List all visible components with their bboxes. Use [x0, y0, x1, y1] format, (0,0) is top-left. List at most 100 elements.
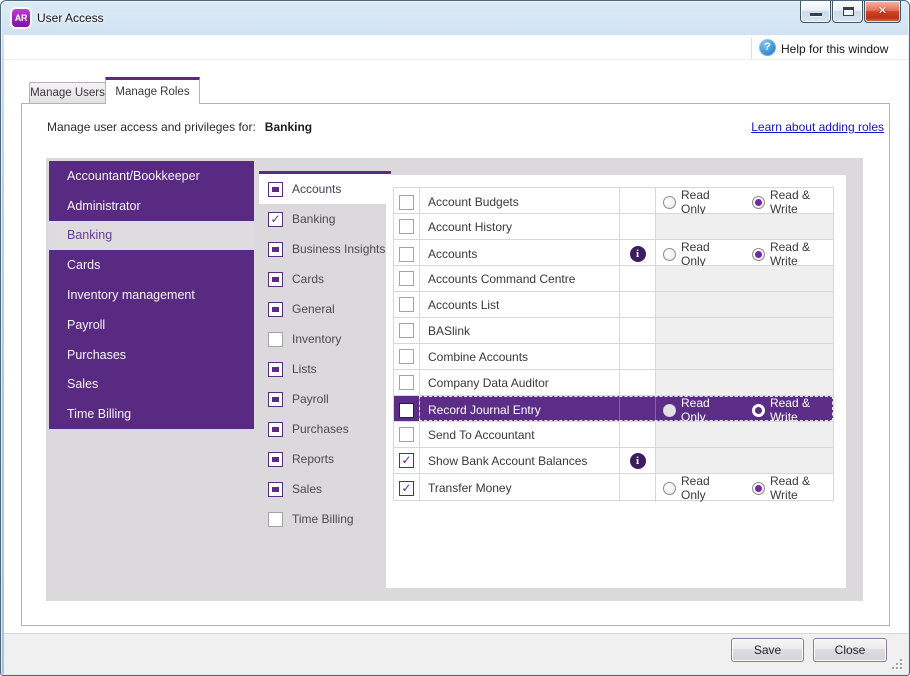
- function-row[interactable]: Transfer Money Read Only Read & Write: [394, 474, 833, 502]
- titlebar[interactable]: AR User Access ✕: [1, 1, 909, 35]
- footer-bar: Save Close: [4, 633, 908, 674]
- function-info-cell: [619, 318, 655, 343]
- category-checkbox[interactable]: [268, 331, 283, 347]
- category-item[interactable]: Lists: [259, 354, 389, 384]
- function-label-cell: Account Budgets: [419, 188, 619, 216]
- category-checkbox[interactable]: [268, 211, 283, 227]
- radio-read-write[interactable]: [751, 403, 765, 417]
- function-row[interactable]: Accounts List: [394, 292, 833, 318]
- radio-read-write[interactable]: [751, 195, 765, 209]
- info-icon[interactable]: i: [629, 452, 646, 469]
- category-label: Inventory: [292, 332, 342, 346]
- tab-manage-users[interactable]: Manage Users: [29, 82, 106, 103]
- radio-read-write[interactable]: [751, 481, 765, 495]
- category-label: Accounts: [292, 182, 342, 196]
- radio-read-write[interactable]: [751, 247, 765, 261]
- category-item[interactable]: Purchases: [259, 414, 389, 444]
- sidebar-item-role[interactable]: Accountant/Bookkeeper: [49, 161, 254, 191]
- category-item[interactable]: Cards: [259, 264, 389, 294]
- sidebar-item-role[interactable]: Sales: [49, 369, 254, 399]
- help-icon[interactable]: ?: [759, 39, 776, 56]
- function-checkbox[interactable]: [399, 297, 414, 312]
- sidebar-item-role[interactable]: Banking: [49, 220, 254, 251]
- category-checkbox[interactable]: [268, 391, 283, 407]
- category-checkbox[interactable]: [268, 511, 283, 527]
- function-row[interactable]: Record Journal Entry Read Only Read & Writ…: [394, 396, 833, 424]
- sidebar-item-role[interactable]: Purchases: [49, 340, 254, 370]
- category-checkbox[interactable]: [268, 271, 283, 287]
- save-button[interactable]: Save: [731, 638, 804, 662]
- category-checkbox[interactable]: [268, 361, 283, 377]
- function-checkbox[interactable]: [399, 480, 414, 496]
- function-checkbox[interactable]: [399, 194, 414, 210]
- category-checkbox[interactable]: [268, 421, 283, 437]
- help-link[interactable]: Help for this window: [781, 42, 888, 56]
- category-item[interactable]: Payroll: [259, 384, 389, 414]
- category-item[interactable]: Accounts: [259, 174, 391, 204]
- function-checkbox[interactable]: [399, 246, 414, 262]
- close-button[interactable]: Close: [813, 638, 887, 662]
- category-item[interactable]: Banking: [259, 204, 389, 234]
- radio-read-only[interactable]: [663, 247, 676, 261]
- maximize-button[interactable]: [832, 1, 863, 23]
- function-checkbox-cell: [394, 240, 419, 268]
- function-label: Account History: [428, 219, 513, 234]
- function-checkbox[interactable]: [399, 219, 414, 234]
- category-item[interactable]: General: [259, 294, 389, 324]
- close-window-button[interactable]: ✕: [864, 1, 901, 23]
- resize-grip[interactable]: [890, 657, 902, 669]
- category-checkbox[interactable]: [268, 241, 283, 257]
- function-checkbox-cell: [394, 448, 419, 473]
- function-row[interactable]: Account History: [394, 214, 833, 240]
- category-item[interactable]: Time Billing: [259, 504, 389, 534]
- function-access-cell: [655, 292, 833, 317]
- sidebar-item-role[interactable]: Administrator: [49, 191, 254, 221]
- function-row[interactable]: Accounts i Read Only Read & Write: [394, 240, 833, 268]
- sidebar-item-role[interactable]: Time Billing: [49, 399, 254, 429]
- function-checkbox[interactable]: [399, 349, 414, 364]
- category-item[interactable]: Inventory: [259, 324, 389, 354]
- category-label: Reports: [292, 452, 335, 466]
- minimize-button[interactable]: [800, 1, 831, 23]
- info-icon[interactable]: i: [629, 246, 646, 262]
- function-row[interactable]: Company Data Auditor: [394, 370, 833, 396]
- category-checkbox[interactable]: [268, 301, 283, 317]
- function-checkbox[interactable]: [399, 402, 414, 418]
- category-item[interactable]: Reports: [259, 444, 389, 474]
- sidebar-item-role[interactable]: Cards: [49, 250, 254, 280]
- function-checkbox-cell: [394, 344, 419, 369]
- radio-read-only[interactable]: [663, 481, 676, 495]
- function-checkbox[interactable]: [399, 323, 414, 338]
- learn-about-adding-roles-link[interactable]: Learn about adding roles: [751, 120, 884, 134]
- function-label: Company Data Auditor: [428, 375, 549, 390]
- category-item[interactable]: Business Insights: [259, 234, 389, 264]
- sidebar-item-role[interactable]: Inventory management: [49, 280, 254, 310]
- app-icon: AR: [12, 9, 30, 27]
- function-row[interactable]: Send To Accountant: [394, 422, 833, 448]
- category-item[interactable]: Sales: [259, 474, 389, 504]
- category-checkbox[interactable]: [268, 481, 283, 497]
- function-checkbox[interactable]: [399, 271, 414, 286]
- user-access-window: AR User Access ✕ ? Help for this window …: [0, 0, 910, 676]
- sidebar-item-role[interactable]: Payroll: [49, 310, 254, 340]
- function-info-cell: [619, 266, 655, 291]
- category-checkbox[interactable]: [268, 451, 283, 467]
- category-checkbox[interactable]: [268, 181, 283, 197]
- function-checkbox[interactable]: [399, 453, 414, 468]
- function-row[interactable]: Account Budgets Read Only Read & Write: [394, 188, 833, 216]
- function-checkbox[interactable]: [399, 427, 414, 442]
- function-access-cell: [655, 422, 833, 447]
- function-checkbox-cell: [394, 214, 419, 239]
- radio-read-only[interactable]: [663, 195, 676, 209]
- category-label: Sales: [292, 482, 323, 496]
- category-selected-row[interactable]: Accounts: [259, 171, 391, 204]
- function-row[interactable]: BASlink: [394, 318, 833, 344]
- tab-manage-roles[interactable]: Manage Roles: [105, 77, 200, 104]
- radio-read-write-label: Read & Write: [769, 474, 810, 502]
- function-row[interactable]: Accounts Command Centre: [394, 266, 833, 292]
- radio-read-only-label: Read Only: [681, 474, 710, 502]
- function-row[interactable]: Show Bank Account Balances i: [394, 448, 833, 474]
- radio-read-only[interactable]: [663, 403, 676, 417]
- function-row[interactable]: Combine Accounts: [394, 344, 833, 370]
- function-checkbox[interactable]: [399, 375, 414, 390]
